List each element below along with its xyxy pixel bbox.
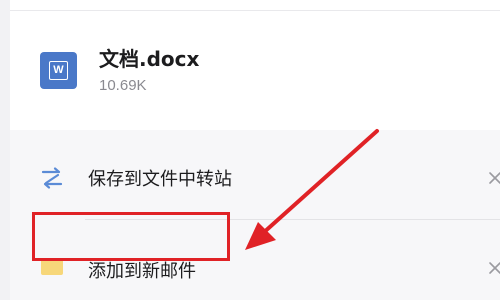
file-size: 10.69K	[99, 77, 147, 94]
action-label-save-to-transfer: 保存到文件中转站	[88, 169, 232, 190]
transfer-icon	[41, 167, 63, 189]
top-divider	[10, 10, 500, 11]
file-header[interactable]: W 文档.docx 10.69K	[10, 0, 500, 130]
annotation-highlight-box	[32, 212, 230, 261]
word-file-icon: W	[40, 52, 77, 89]
file-name: 文档.docx	[99, 47, 200, 71]
close-icon[interactable]	[488, 261, 500, 275]
left-gutter	[0, 0, 10, 300]
word-file-icon-letter: W	[49, 61, 68, 80]
action-save-to-transfer[interactable]: 保存到文件中转站	[10, 130, 500, 220]
close-icon[interactable]	[488, 171, 500, 185]
